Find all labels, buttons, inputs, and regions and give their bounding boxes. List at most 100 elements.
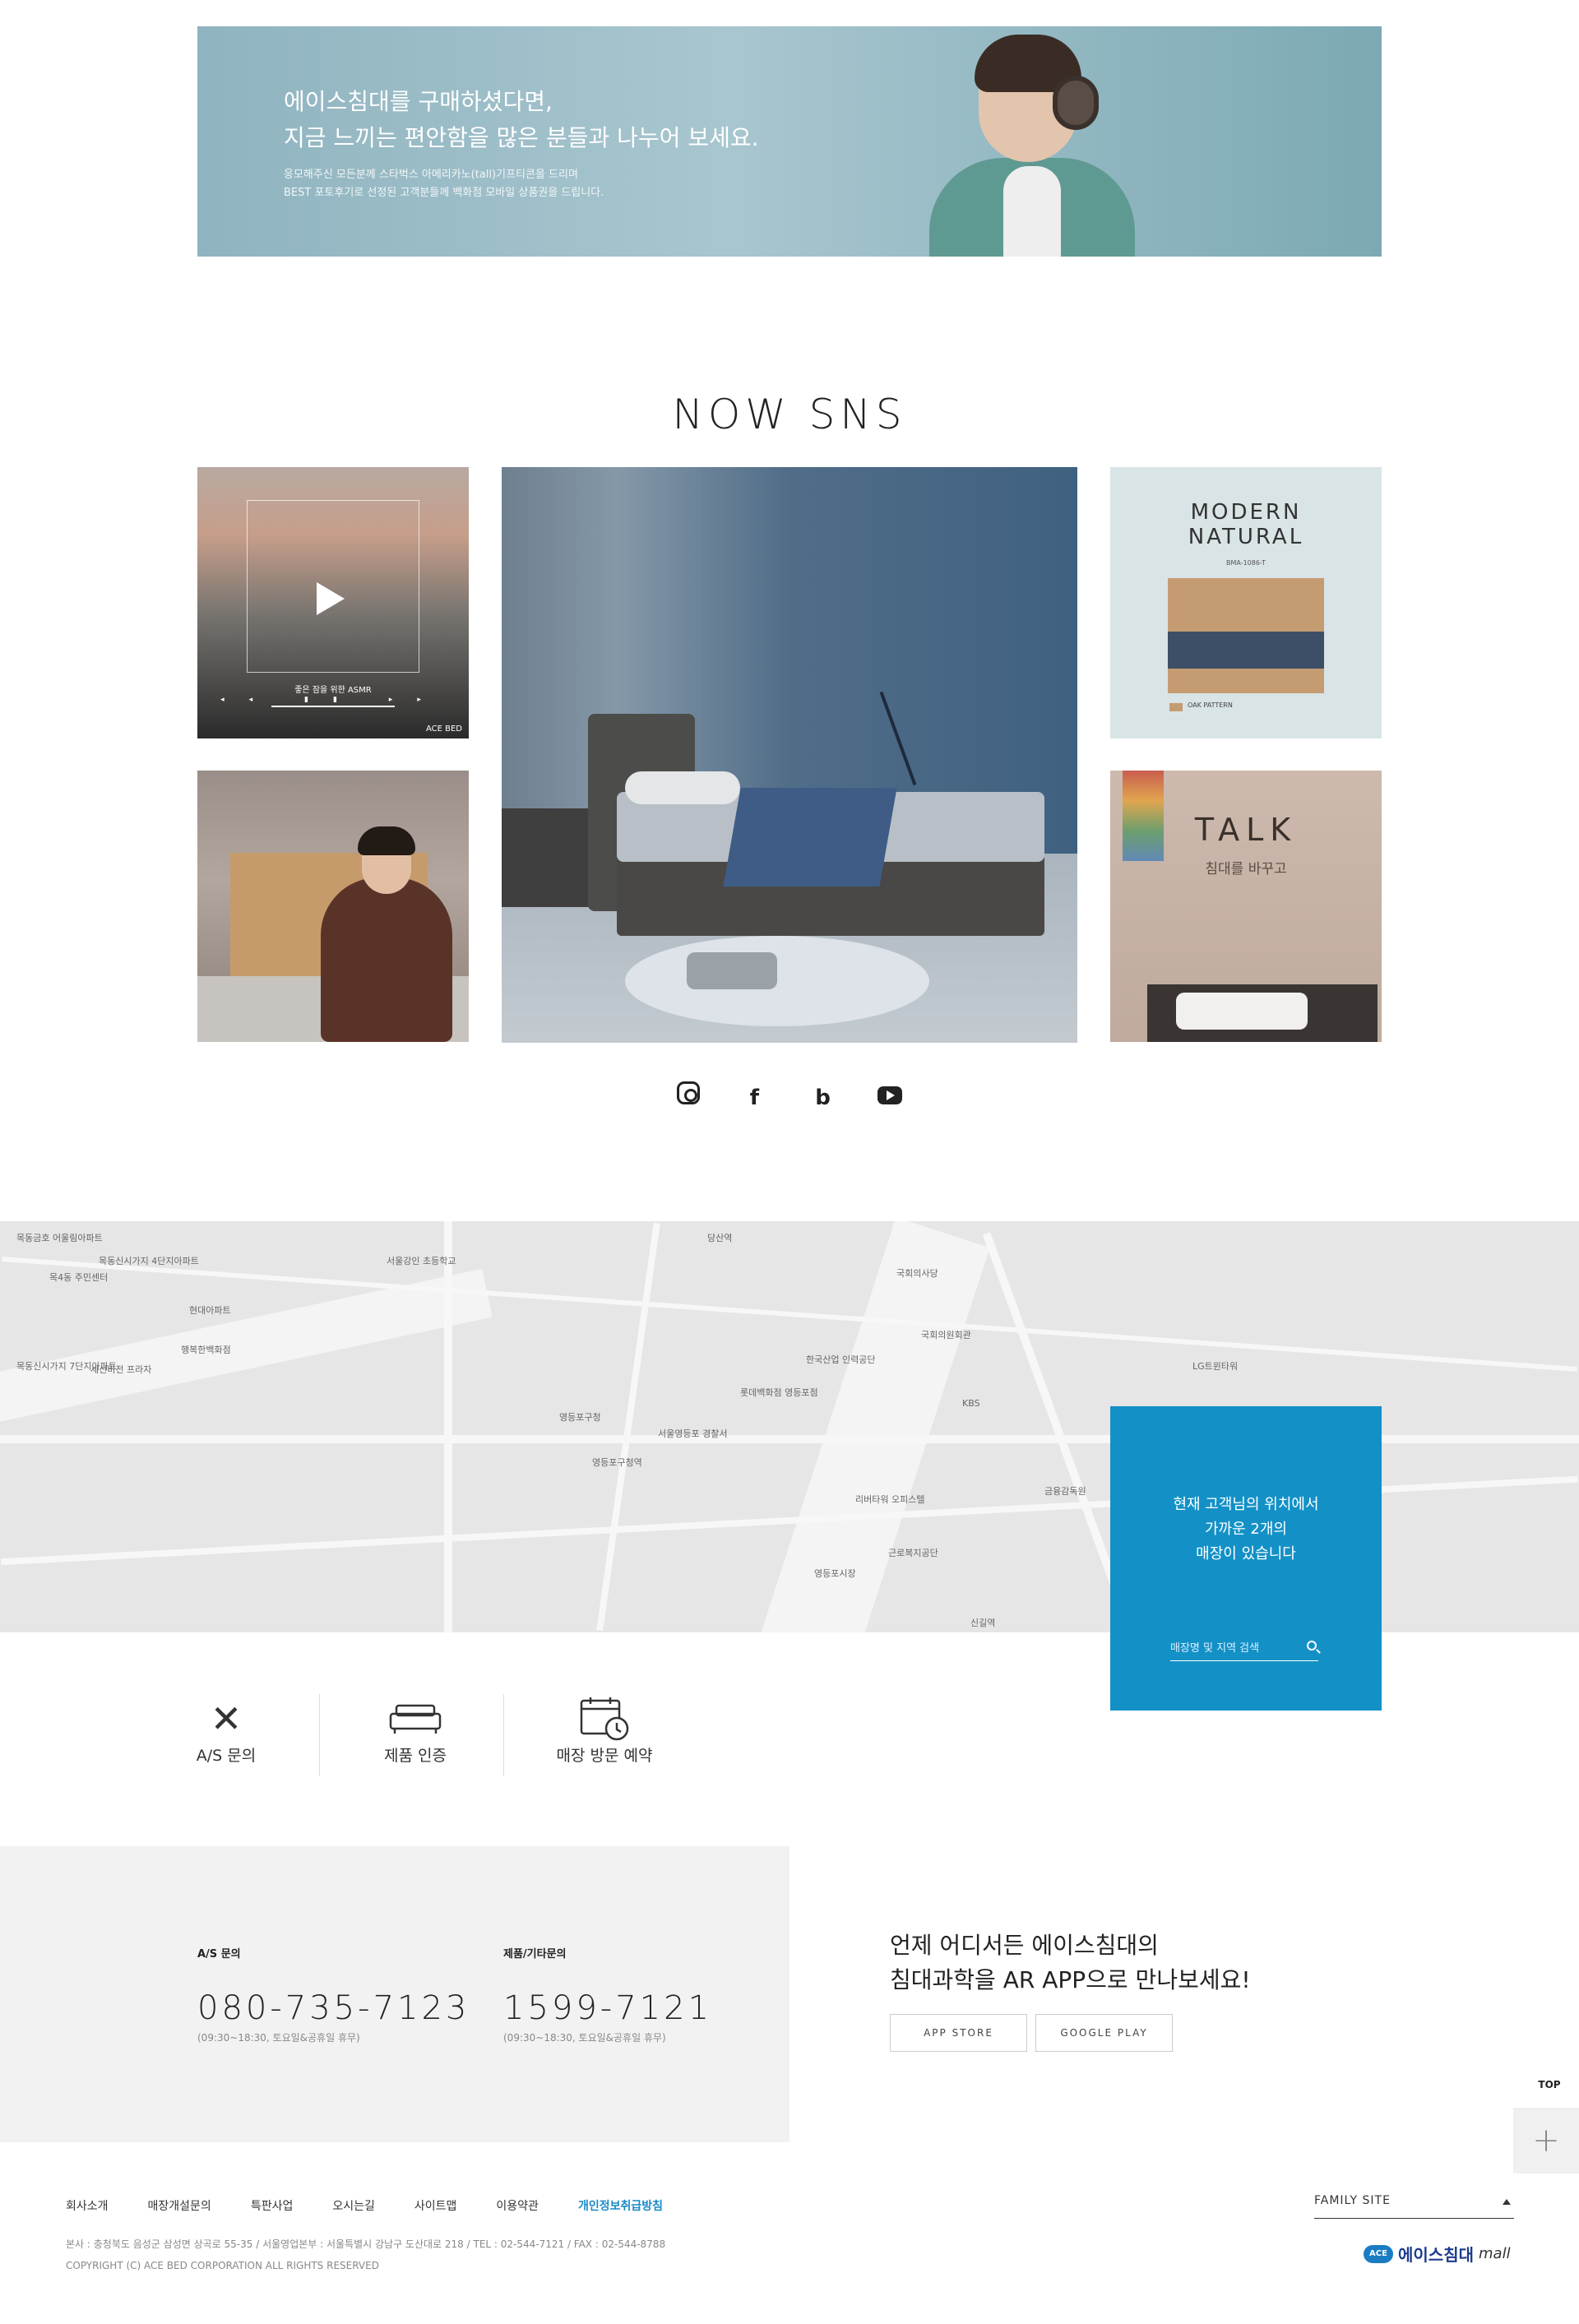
family-site-select[interactable]: FAMILY SITE bbox=[1314, 2194, 1514, 2219]
map-label: 국회의사당 bbox=[896, 1268, 938, 1279]
banner-description: 응모해주신 모든분께 스타벅스 아메리카노(tall)기프티콘을 드리며 BES… bbox=[284, 166, 604, 202]
map-label: 목동금호 어울림아파트 bbox=[16, 1233, 103, 1243]
map-label: LG트윈타워 bbox=[1192, 1361, 1239, 1372]
instagram-icon[interactable] bbox=[677, 1081, 701, 1104]
footer-link-company[interactable]: 회사소개 bbox=[66, 2197, 109, 2214]
quick-link-label: 제품 인증 bbox=[384, 1747, 447, 1765]
video-controls: ◂◂ ▮▮ ▸▸ bbox=[220, 696, 446, 704]
map-label: 국회의원회관 bbox=[921, 1330, 971, 1340]
facebook-icon[interactable]: f bbox=[740, 1084, 768, 1112]
map-label: 서울강인 초등학교 bbox=[387, 1256, 456, 1266]
tile-title-line2: NATURAL bbox=[1188, 525, 1304, 549]
footer-nav: 회사소개 매장개설문의 특판사업 오시는길 사이트맵 이용약관 개인정보취급방침 bbox=[66, 2197, 702, 2214]
divider bbox=[319, 1694, 320, 1776]
footer-link-privacy[interactable]: 개인정보취급방침 bbox=[578, 2197, 663, 2214]
footer-address-block: 본사 : 충청북도 음성군 삼성면 상곡로 55-35 / 서울영업본부 : 서… bbox=[66, 2234, 665, 2276]
plus-button[interactable]: + bbox=[1513, 2108, 1579, 2174]
banner-title-line2: 지금 느끼는 편안함을 많은 분들과 나누어 보세요. bbox=[284, 124, 759, 151]
ar-app-text: 언제 어디서든 에이스침대의 침대과학을 AR APP으로 만나보세요! bbox=[890, 1928, 1251, 1998]
caret-up-icon bbox=[1503, 2199, 1511, 2205]
video-brand: ACE BED bbox=[425, 725, 462, 734]
nearby-store-box: 현재 고객님의 위치에서 가까운 2개의 매장이 있습니다 bbox=[1110, 1406, 1382, 1711]
calendar-icon bbox=[539, 1694, 670, 1743]
contact-etc: 제품/기타문의 1599-7121 (09:30~18:30, 토요일&공휴일 … bbox=[503, 1945, 712, 2044]
footer-link-terms[interactable]: 이용약관 bbox=[496, 2197, 539, 2214]
search-icon[interactable] bbox=[1307, 1641, 1317, 1650]
quick-link-label: 매장 방문 예약 bbox=[556, 1747, 653, 1765]
map-label: 영등포시장 bbox=[814, 1568, 856, 1579]
google-play-button[interactable]: GOOGLE PLAY bbox=[1035, 2014, 1173, 2052]
logo-name: 에이스침대 bbox=[1398, 2245, 1474, 2265]
scroll-top-label[interactable]: TOP bbox=[1533, 2079, 1566, 2090]
acebed-mall-logo[interactable]: ACE 에이스침대 mall bbox=[1364, 2242, 1511, 2266]
map-label: 현대아파트 bbox=[189, 1305, 231, 1316]
contact-etc-number[interactable]: 1599-7121 bbox=[503, 1989, 712, 2027]
map-label: 근로복지공단 bbox=[888, 1548, 938, 1558]
store-msg-line2: 가까운 2개의 bbox=[1205, 1521, 1287, 1538]
store-msg-line3: 매장이 있습니다 bbox=[1196, 1545, 1296, 1562]
video-progress-bar bbox=[271, 706, 395, 707]
map-label: 행복한백화점 bbox=[181, 1345, 231, 1355]
sns-tile-main-bed-photo[interactable] bbox=[502, 467, 1077, 1043]
tile-title-line1: MODERN bbox=[1190, 500, 1302, 525]
ar-app-line2: 침대과학을 AR APP으로 만나보세요! bbox=[890, 1966, 1251, 1993]
divider bbox=[503, 1694, 504, 1776]
banner-model-image bbox=[921, 26, 1135, 257]
map-label: 영등포구청역 bbox=[592, 1457, 642, 1468]
store-search bbox=[1170, 1637, 1318, 1661]
bed-icon bbox=[362, 1694, 469, 1743]
footer-copyright: COPYRIGHT (C) ACE BED CORPORATION ALL RI… bbox=[66, 2260, 379, 2271]
play-icon[interactable] bbox=[317, 582, 345, 615]
map-label: 목동신시가지 4단지아파트 bbox=[99, 1256, 199, 1266]
contact-as-label: A/S 문의 bbox=[197, 1948, 241, 1961]
sns-tile-model-photo[interactable] bbox=[197, 771, 469, 1042]
map-label: 목4동 주민센터 bbox=[49, 1272, 109, 1283]
sns-tile-asmr-video[interactable]: 좋은 잠을 위한 ASMR ◂◂ ▮▮ ▸▸ ACE BED bbox=[197, 467, 469, 738]
map-label: 당산역 bbox=[707, 1233, 733, 1243]
store-msg-line1: 현재 고객님의 위치에서 bbox=[1173, 1496, 1319, 1513]
sns-tile-talk[interactable]: TALK 침대를 바꾸고 bbox=[1110, 771, 1382, 1042]
footer-link-store-opening[interactable]: 매장개설문의 bbox=[148, 2197, 211, 2214]
banner-desc-line2: BEST 포토후기로 선정된 고객분들께 백화점 모바일 상품권을 드립니다. bbox=[284, 187, 604, 199]
app-store-button[interactable]: APP STORE bbox=[890, 2014, 1027, 2052]
review-event-banner[interactable]: 에이스침대를 구매하셨다면, 지금 느끼는 편안함을 많은 분들과 나누어 보세… bbox=[197, 26, 1382, 257]
map-label: 금융감독원 bbox=[1044, 1486, 1086, 1497]
map-label: 한국산업 인력공단 bbox=[806, 1354, 876, 1365]
quick-link-certification[interactable]: 제품 인증 bbox=[362, 1694, 469, 1785]
app-store-buttons: APP STORE GOOGLE PLAY bbox=[890, 2014, 1251, 2052]
ar-app-promo: 언제 어디서든 에이스침대의 침대과학을 AR APP으로 만나보세요! APP… bbox=[890, 1928, 1251, 2052]
tile-talk-subtitle: 침대를 바꾸고 bbox=[1205, 861, 1287, 877]
map-label: 세신비전 프라자 bbox=[90, 1364, 152, 1375]
contact-as: A/S 문의 080-735-7123 (09:30~18:30, 토요일&공휴… bbox=[197, 1945, 470, 2044]
tile-title: MODERN NATURAL bbox=[1110, 500, 1382, 549]
logo-mall: mall bbox=[1479, 2245, 1511, 2262]
contact-section: A/S 문의 080-735-7123 (09:30~18:30, 토요일&공휴… bbox=[0, 1846, 790, 2142]
family-site-label: FAMILY SITE bbox=[1314, 2194, 1391, 2207]
footer-link-special-sales[interactable]: 특판사업 bbox=[251, 2197, 294, 2214]
store-search-input[interactable] bbox=[1170, 1637, 1294, 1660]
map-label: 신길역 bbox=[970, 1618, 996, 1628]
quick-link-as[interactable]: ✕ A/S 문의 bbox=[177, 1694, 276, 1785]
logo-badge: ACE bbox=[1364, 2244, 1393, 2263]
youtube-icon[interactable] bbox=[877, 1086, 902, 1104]
footer-link-sitemap[interactable]: 사이트맵 bbox=[414, 2197, 457, 2214]
video-caption: 좋은 잠을 위한 ASMR bbox=[294, 686, 372, 695]
contact-etc-hours: (09:30~18:30, 토요일&공휴일 휴무) bbox=[503, 2032, 666, 2044]
quick-link-reservation[interactable]: 매장 방문 예약 bbox=[539, 1694, 670, 1785]
tile-model-number: BMA-1086-T bbox=[1226, 559, 1266, 567]
tile-talk-title: TALK bbox=[1194, 812, 1298, 848]
sns-links: f b bbox=[0, 1081, 1579, 1112]
map-label: 리버타워 오피스텔 bbox=[855, 1494, 925, 1505]
contact-etc-label: 제품/기타문의 bbox=[503, 1948, 567, 1961]
oak-swatch bbox=[1169, 703, 1183, 711]
tile-pattern-label: OAK PATTERN bbox=[1188, 701, 1233, 709]
nearby-store-message: 현재 고객님의 위치에서 가까운 2개의 매장이 있습니다 bbox=[1110, 1493, 1382, 1567]
contact-as-number[interactable]: 080-735-7123 bbox=[197, 1989, 470, 2027]
map-label: 영등포구청 bbox=[559, 1412, 601, 1423]
footer-link-directions[interactable]: 오시는길 bbox=[332, 2197, 375, 2214]
map-label: KBS bbox=[962, 1398, 980, 1409]
sns-tile-modern-natural[interactable]: MODERN NATURAL BMA-1086-T OAK PATTERN bbox=[1110, 467, 1382, 738]
blog-icon[interactable]: b bbox=[809, 1084, 837, 1112]
banner-desc-line1: 응모해주신 모든분께 스타벅스 아메리카노(tall)기프티콘을 드리며 bbox=[284, 169, 578, 181]
map-label: 서울영등포 경찰서 bbox=[658, 1428, 728, 1439]
